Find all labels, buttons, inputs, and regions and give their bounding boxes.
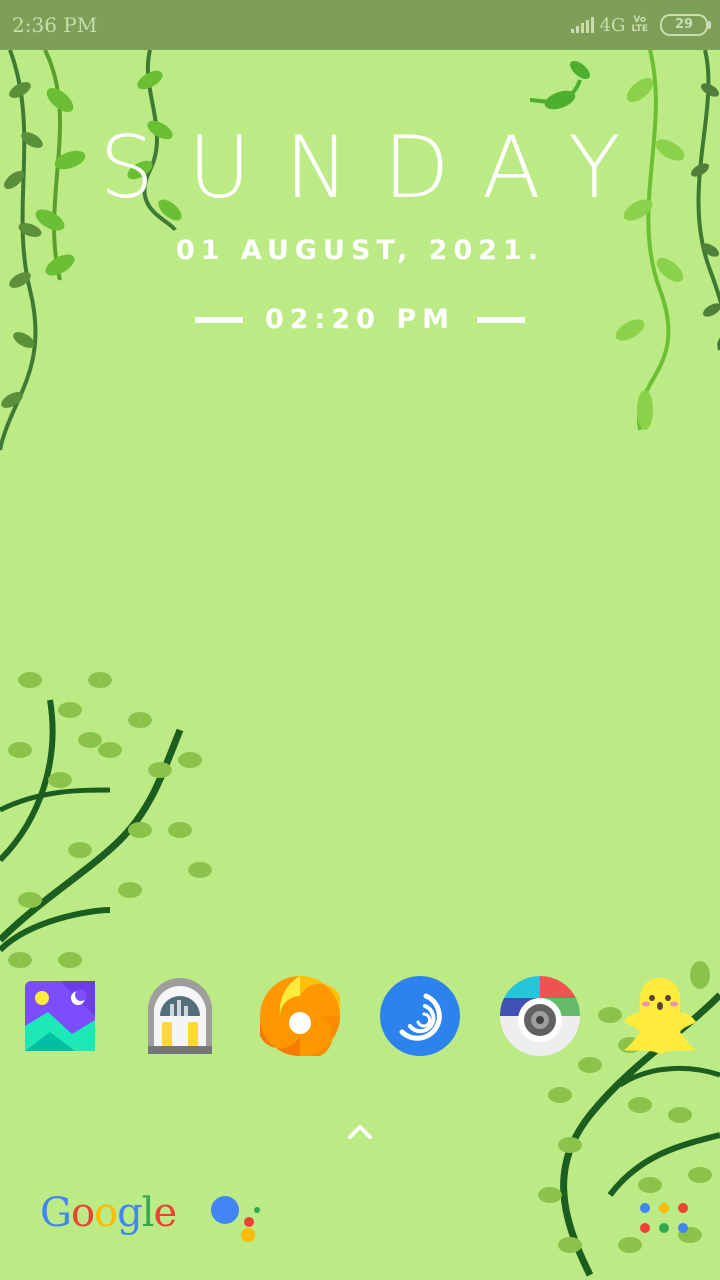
status-indicators: 4G Vo LTE 29 [570,12,711,38]
google-letter: l [141,1190,155,1236]
right-dash-divider [477,316,525,323]
blue-spiral-app-icon[interactable] [380,976,460,1056]
camera-icon[interactable] [500,976,580,1056]
snapchat-ghost-icon[interactable] [620,976,700,1056]
status-time: 2:36 PM [12,13,98,37]
app-grid-icon[interactable] [638,1200,690,1236]
left-dash-divider [194,316,243,323]
google-letter: o [94,1190,118,1236]
day-of-week-title: SUNDAY [99,118,655,218]
google-search-logo[interactable]: Google [40,1190,178,1236]
google-letter: o [70,1190,95,1236]
google-letter: e [153,1190,178,1236]
status-bar: 2:36 PM 4G Vo LTE 29 [0,0,720,50]
gallery-icon[interactable] [20,976,100,1056]
soundcloud-radio-icon[interactable] [140,976,220,1056]
swirl-app-icon[interactable] [260,976,340,1056]
chevron-up-icon[interactable] [345,1122,375,1142]
clock-time: 02:20 PM [264,304,455,335]
battery-icon: 29 [660,14,711,36]
google-letter: G [40,1190,72,1236]
battery-level: 29 [674,17,694,32]
network-type-label: 4G [599,14,626,36]
google-letter: g [117,1190,143,1236]
volte-icon: Vo LTE [631,15,648,34]
clock-time-row: 02:20 PM [0,304,720,335]
signal-strength-icon [570,17,594,33]
tree-left-decoration [0,672,212,968]
date-label: 01 AUGUST, 2021. [175,235,545,266]
google-assistant-icon[interactable] [205,1192,265,1244]
